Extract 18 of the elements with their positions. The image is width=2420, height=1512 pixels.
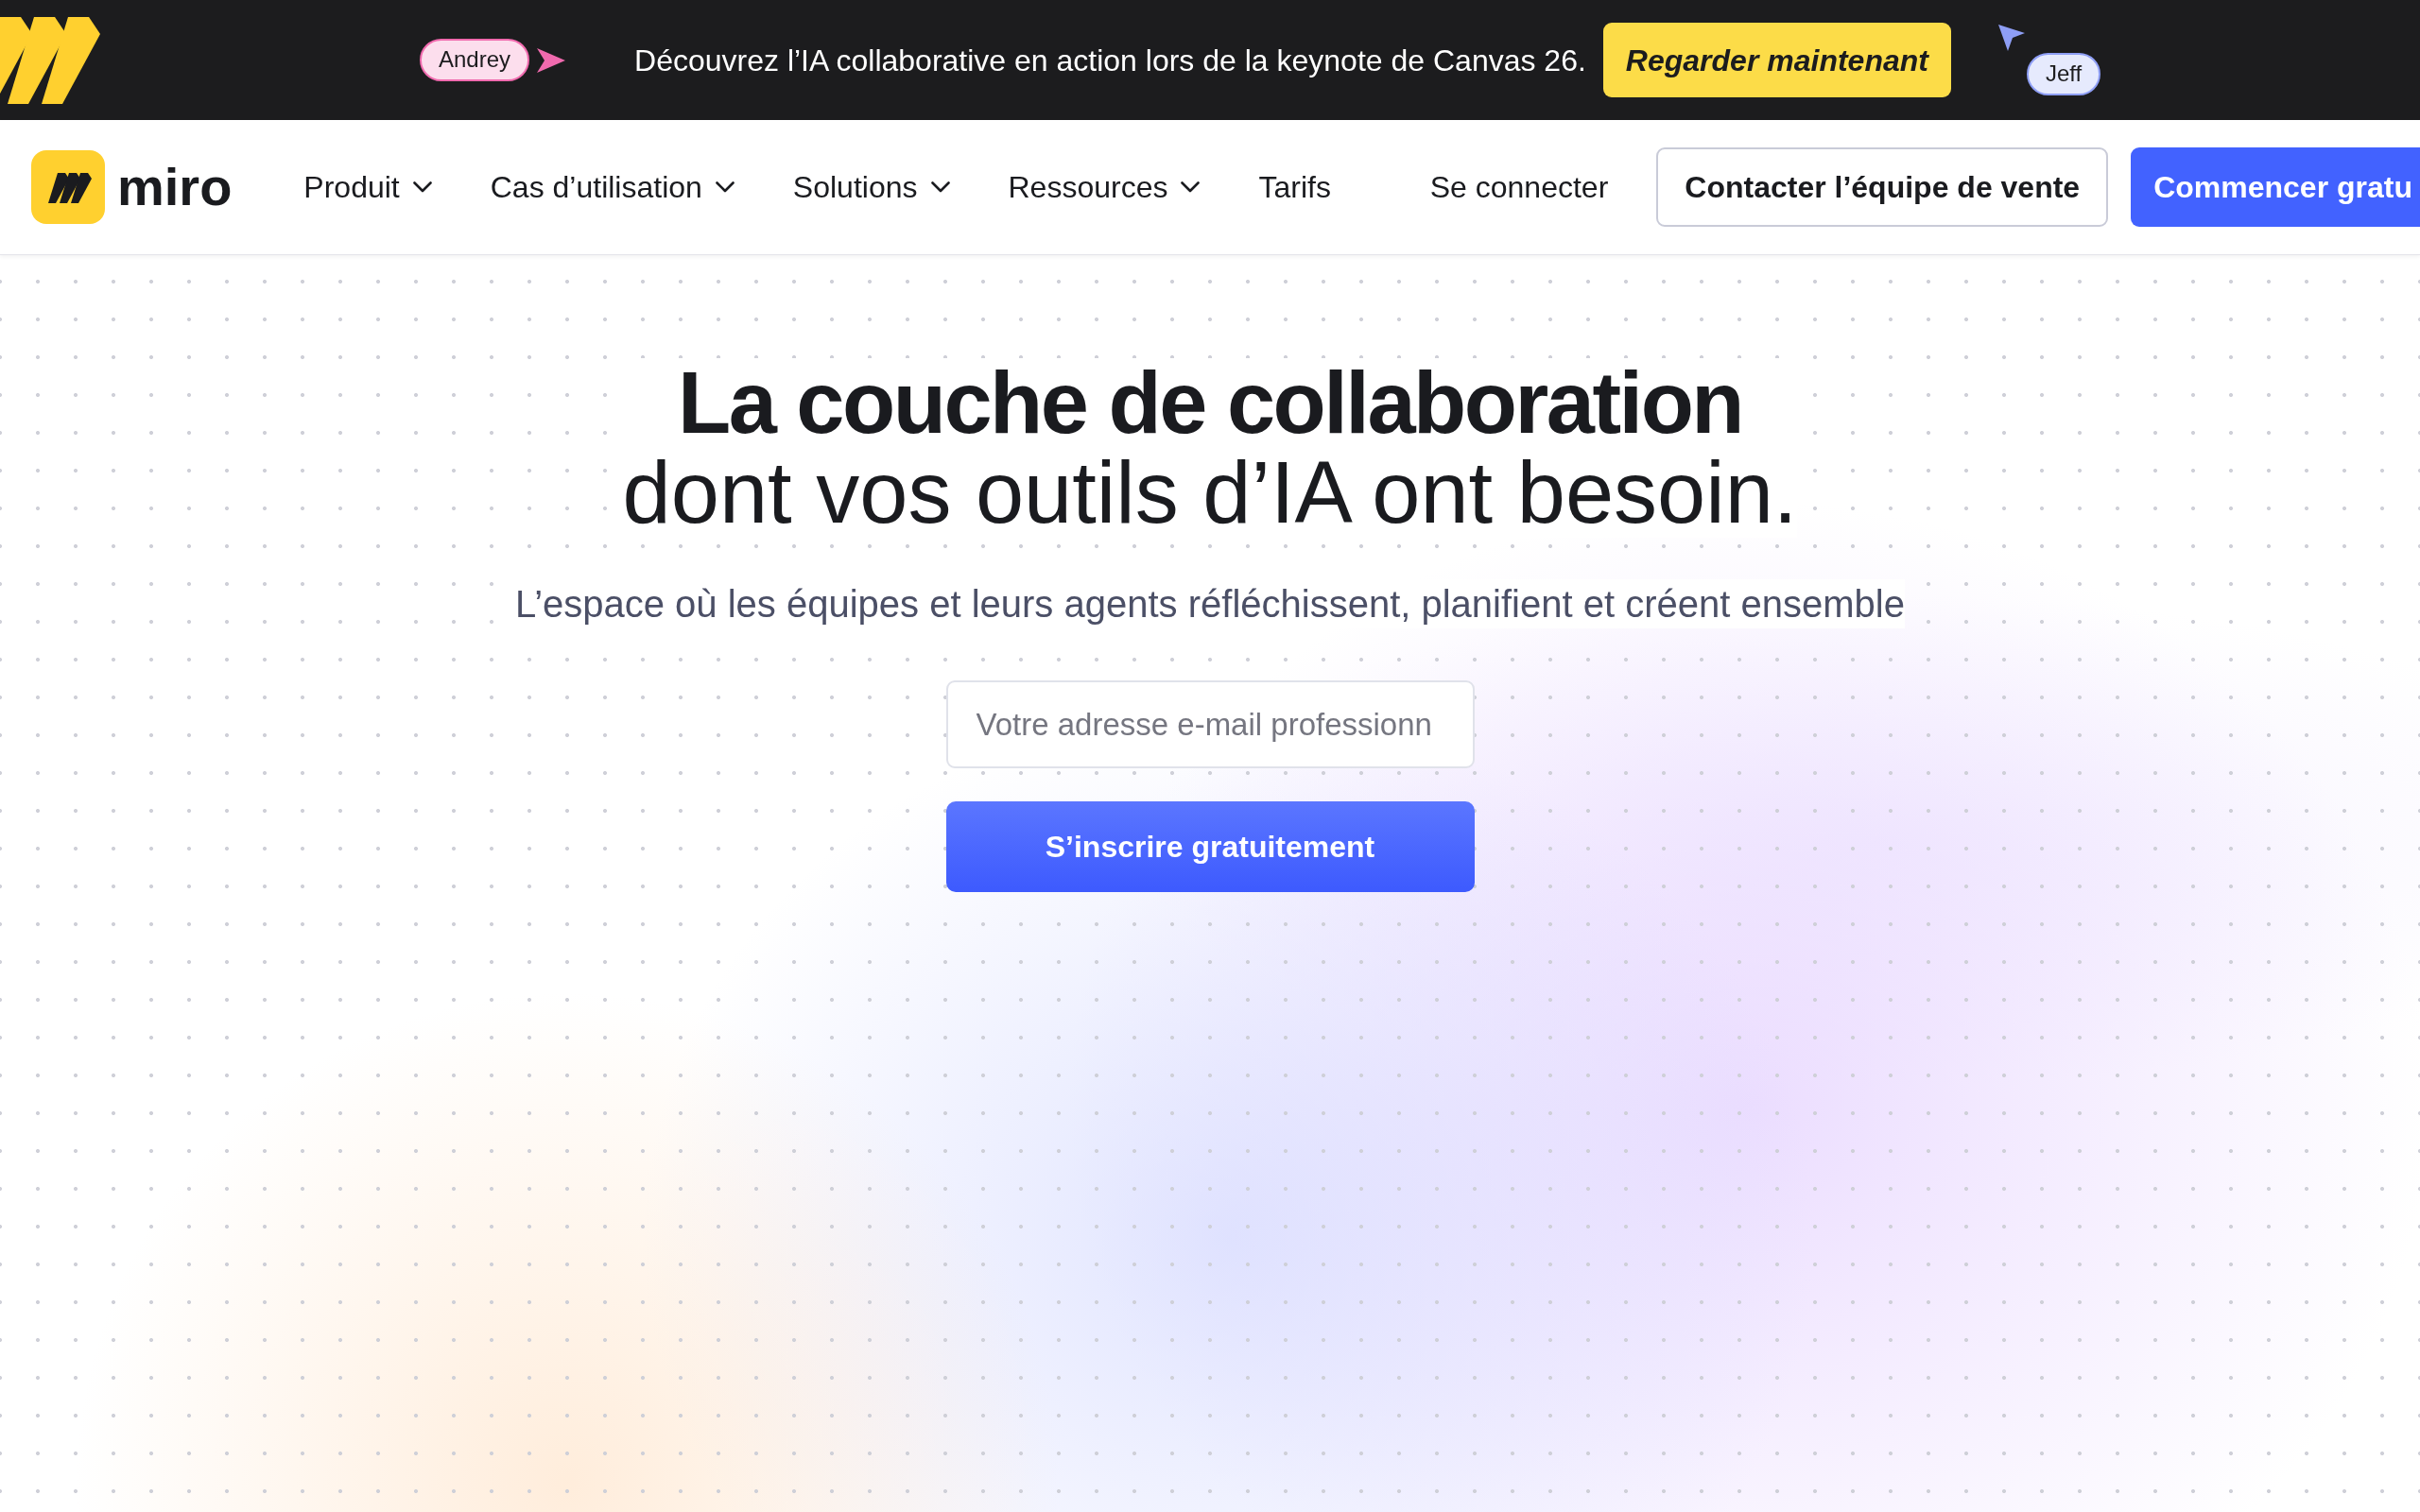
logo-icon[interactable] — [31, 150, 105, 224]
nav-link[interactable]: Tarifs — [1258, 164, 1331, 210]
nav-menu-link[interactable]: Cas d’utilisation — [490, 164, 735, 210]
watch-now-button[interactable]: Regarder maintenant — [1602, 23, 1951, 97]
nav-menu-link[interactable]: Ressources — [1008, 164, 1201, 210]
email-field[interactable]: Votre adresse e-mail professionn — [945, 680, 1475, 768]
nav-menu-link[interactable]: Produit — [303, 164, 432, 210]
user-name-tag: Andrey — [420, 39, 530, 81]
signup-button[interactable]: S’inscrire gratuitement — [945, 801, 1475, 892]
start-free-button[interactable]: Commencer gratu — [2131, 147, 2420, 227]
hero-subtitle: L’espace où les équipes et leurs agents réfléchissent, planifient et créent ensemble — [515, 579, 1905, 628]
brand-wordmark[interactable]: miro — [117, 161, 233, 214]
user-name-tag: Jeff — [2026, 53, 2101, 95]
contact-sales-button[interactable]: Contacter l’équipe de vente — [1656, 147, 2109, 227]
logo-icon — [0, 14, 102, 106]
nav-menu-link[interactable]: Solutions — [792, 164, 950, 210]
announcement-text: Découvrez l’IA collaborative en action lors de la keynote de Canvas 26. — [634, 42, 1586, 79]
sign-in-link[interactable]: Se connecter — [1429, 164, 1609, 210]
